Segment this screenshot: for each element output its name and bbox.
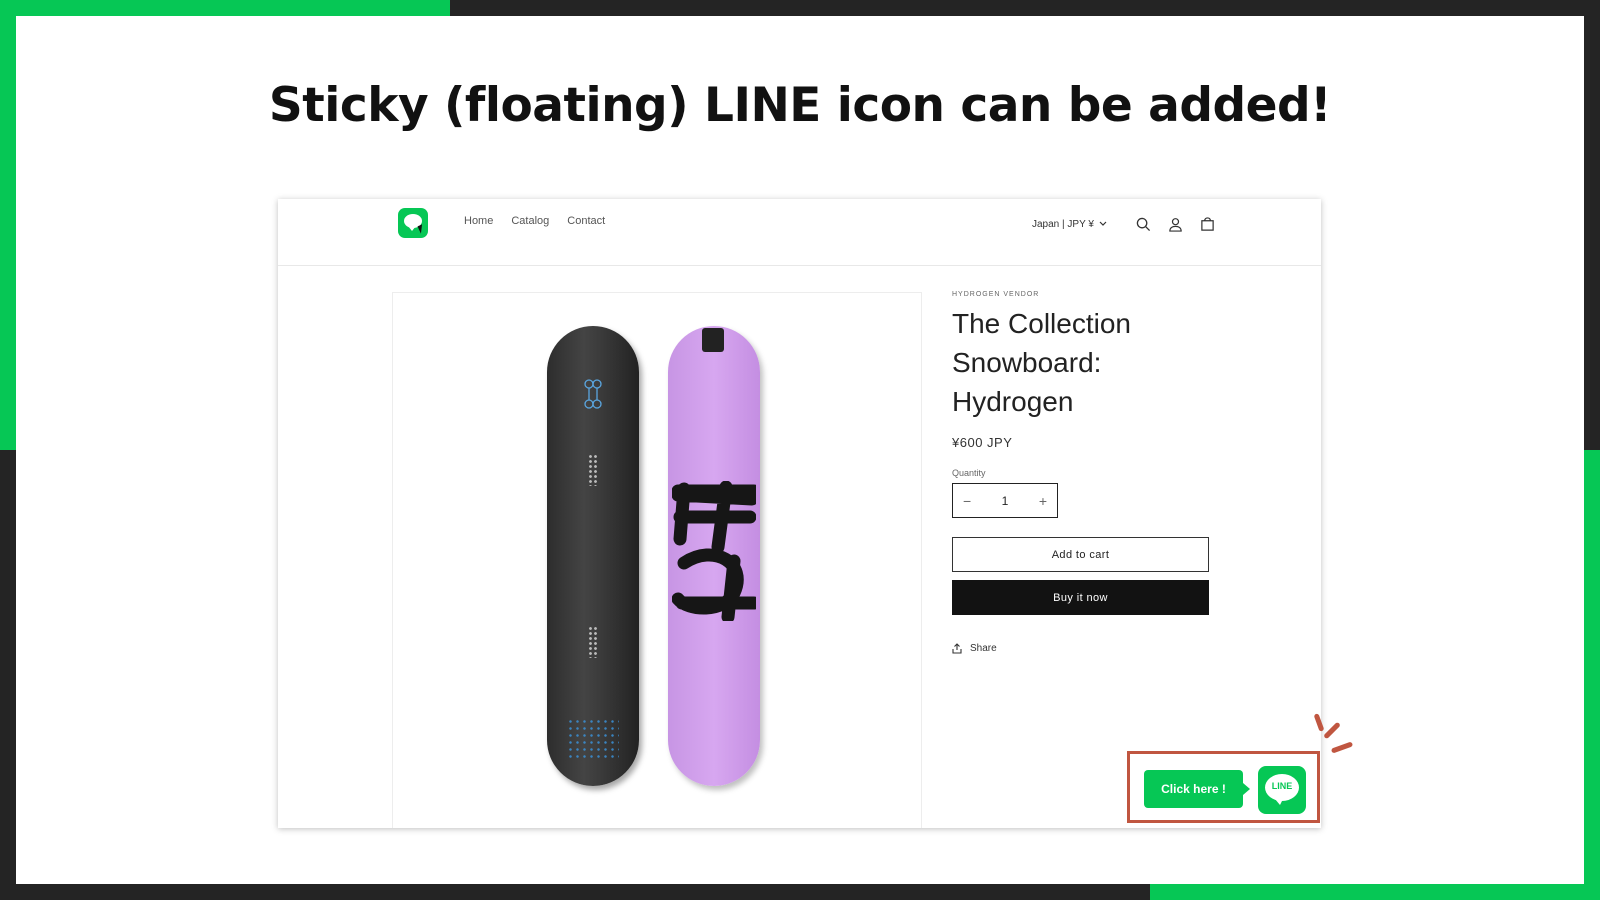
nav-catalog[interactable]: Catalog [511, 215, 549, 227]
chevron-down-icon [1099, 221, 1107, 226]
accent-top-left [0, 0, 450, 16]
binding-logo-icon [584, 379, 602, 409]
line-icon-label: LINE [1271, 781, 1293, 791]
share-label: Share [970, 643, 997, 654]
snowboard-purple-image [668, 326, 760, 786]
binding-inserts [588, 626, 598, 658]
callout-pointer [1243, 783, 1250, 795]
header-actions: Japan | JPY ¥ [1032, 215, 1217, 233]
product-price: ¥600 JPY [952, 435, 1013, 450]
buy-now-button[interactable]: Buy it now [952, 580, 1209, 615]
locale-label: Japan | JPY ¥ [1032, 218, 1094, 230]
quantity-stepper: − 1 + [952, 483, 1058, 518]
locale-selector[interactable]: Japan | JPY ¥ [1032, 219, 1107, 230]
store-logo[interactable] [398, 208, 428, 238]
store-header: Home Catalog Contact Japan | JPY ¥ [278, 199, 1321, 266]
slide-frame: Sticky (floating) LINE icon can be added… [0, 0, 1600, 900]
accent-left [0, 0, 16, 450]
product-vendor: HYDROGEN VENDOR [952, 291, 1040, 298]
store-screenshot: Home Catalog Contact Japan | JPY ¥ HYDRO… [278, 199, 1321, 828]
quantity-decrease-button[interactable]: − [963, 493, 971, 509]
share-icon [952, 643, 962, 654]
add-to-cart-button[interactable]: Add to cart [952, 537, 1209, 572]
h2-brush-graphic [672, 481, 756, 621]
board-graphic [567, 718, 619, 762]
snowboard-black-image [547, 326, 639, 786]
product-title: The Collection Snowboard: Hydrogen [952, 308, 1131, 417]
search-icon[interactable] [1135, 215, 1153, 233]
account-icon[interactable] [1167, 215, 1185, 233]
share-button[interactable]: Share [952, 643, 1212, 654]
headline: Sticky (floating) LINE icon can be added… [268, 78, 1332, 133]
click-here-callout[interactable]: Click here ! [1144, 770, 1243, 808]
accent-bottom-right [1150, 884, 1600, 900]
product-image[interactable] [392, 292, 922, 828]
quantity-value[interactable]: 1 [1002, 494, 1009, 508]
accent-right [1584, 450, 1600, 900]
quantity-label: Quantity [952, 468, 986, 478]
main-nav: Home Catalog Contact [464, 215, 605, 227]
product-details: HYDROGEN VENDOR The Collection Snowboard… [952, 291, 1212, 654]
quantity-increase-button[interactable]: + [1039, 493, 1047, 509]
nav-contact[interactable]: Contact [567, 215, 605, 227]
board-tip-logo [702, 328, 724, 352]
nav-home[interactable]: Home [464, 215, 493, 227]
cart-icon[interactable] [1199, 215, 1217, 233]
floating-line-button[interactable]: LINE [1258, 766, 1306, 814]
binding-inserts [588, 454, 598, 486]
